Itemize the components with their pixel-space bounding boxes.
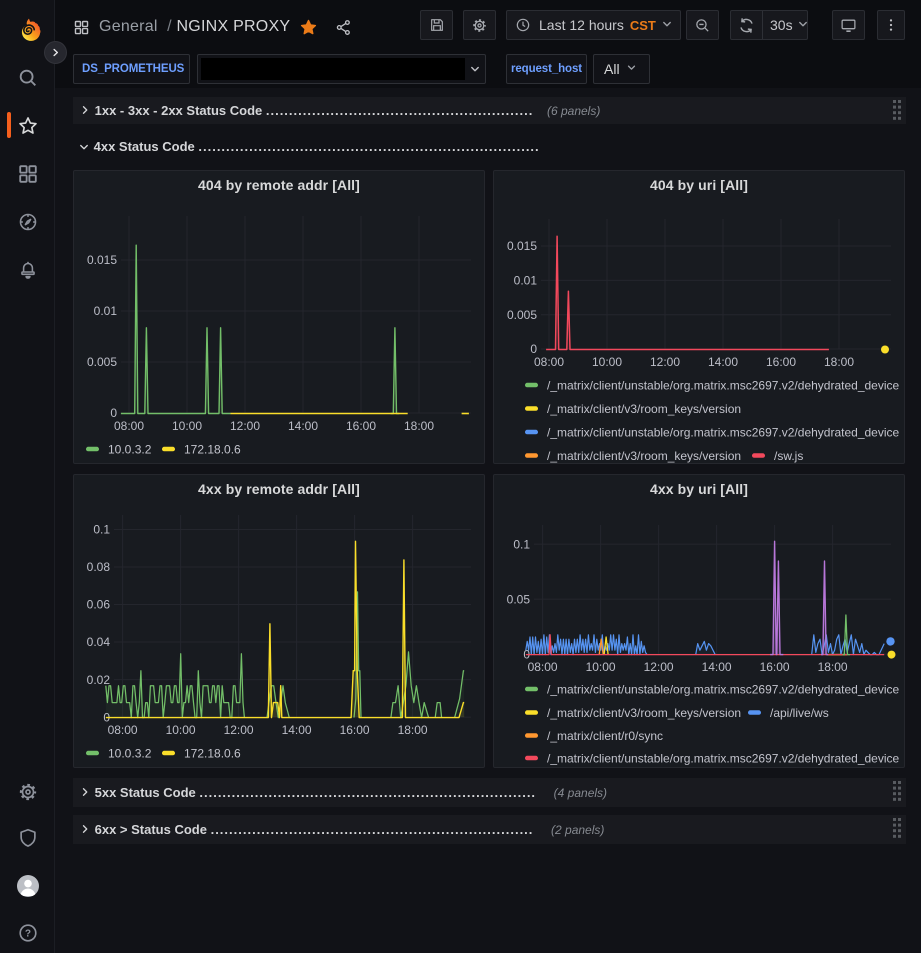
svg-text:172.18.0.6: 172.18.0.6 [184, 746, 241, 760]
svg-text:14:00: 14:00 [288, 419, 318, 433]
svg-text:16:00: 16:00 [340, 723, 370, 737]
svg-text:16:00: 16:00 [760, 660, 790, 674]
svg-text:/_matrix/client/r0/sync: /_matrix/client/r0/sync [547, 729, 663, 743]
svg-text:18:00: 18:00 [398, 723, 428, 737]
svg-text:12:00: 12:00 [650, 355, 680, 369]
svg-text:/_matrix/client/unstable/org.m: /_matrix/client/unstable/org.matrix.msc2… [547, 378, 900, 392]
svg-text:10.0.3.2: 10.0.3.2 [108, 746, 152, 760]
svg-text:0.04: 0.04 [87, 635, 111, 649]
svg-text:0.01: 0.01 [514, 274, 538, 288]
svg-text:08:00: 08:00 [108, 723, 138, 737]
svg-text:14:00: 14:00 [708, 355, 738, 369]
svg-text:?: ? [25, 929, 31, 940]
svg-text:/_matrix/client/unstable/org.m: /_matrix/client/unstable/org.matrix.msc2… [547, 751, 900, 765]
svg-text:18:00: 18:00 [818, 660, 848, 674]
svg-text:0.06: 0.06 [87, 598, 111, 612]
svg-text:172.18.0.6: 172.18.0.6 [184, 442, 241, 456]
svg-text:10:00: 10:00 [166, 723, 196, 737]
svg-text:0.01: 0.01 [94, 304, 118, 318]
svg-text:10.0.3.2: 10.0.3.2 [108, 442, 152, 456]
svg-text:0.005: 0.005 [507, 308, 537, 322]
svg-text:16:00: 16:00 [766, 355, 796, 369]
svg-text:/_matrix/client/unstable/org.m: /_matrix/client/unstable/org.matrix.msc2… [547, 425, 900, 439]
svg-text:12:00: 12:00 [644, 660, 674, 674]
svg-text:0.015: 0.015 [507, 239, 537, 253]
svg-text:08:00: 08:00 [528, 660, 558, 674]
svg-text:08:00: 08:00 [114, 419, 144, 433]
svg-text:/_matrix/client/v3/room_keys/v: /_matrix/client/v3/room_keys/version [547, 449, 741, 463]
svg-text:14:00: 14:00 [282, 723, 312, 737]
svg-text:/sw.js: /sw.js [774, 449, 803, 463]
svg-text:12:00: 12:00 [224, 723, 254, 737]
svg-text:0.08: 0.08 [87, 560, 111, 574]
svg-text:0.1: 0.1 [513, 537, 530, 551]
svg-text:08:00: 08:00 [534, 355, 564, 369]
svg-text:/_matrix/client/unstable/org.m: /_matrix/client/unstable/org.matrix.msc2… [547, 682, 900, 696]
svg-text:/_matrix/client/v3/room_keys/v: /_matrix/client/v3/room_keys/version [547, 706, 741, 720]
svg-text:12:00: 12:00 [230, 419, 260, 433]
svg-text:0.015: 0.015 [87, 253, 117, 267]
svg-text:0.05: 0.05 [507, 592, 531, 606]
svg-text:10:00: 10:00 [592, 355, 622, 369]
svg-text:18:00: 18:00 [404, 419, 434, 433]
svg-text:10:00: 10:00 [586, 660, 616, 674]
svg-text:0.1: 0.1 [93, 523, 110, 537]
svg-text:10:00: 10:00 [172, 419, 202, 433]
svg-text:16:00: 16:00 [346, 419, 376, 433]
svg-text:/_matrix/client/v3/room_keys/v: /_matrix/client/v3/room_keys/version [547, 402, 741, 416]
svg-text:18:00: 18:00 [824, 355, 854, 369]
svg-text:14:00: 14:00 [702, 660, 732, 674]
svg-text:0.02: 0.02 [87, 673, 111, 687]
svg-text:0.005: 0.005 [87, 355, 117, 369]
svg-text:/api/live/ws: /api/live/ws [770, 706, 829, 720]
